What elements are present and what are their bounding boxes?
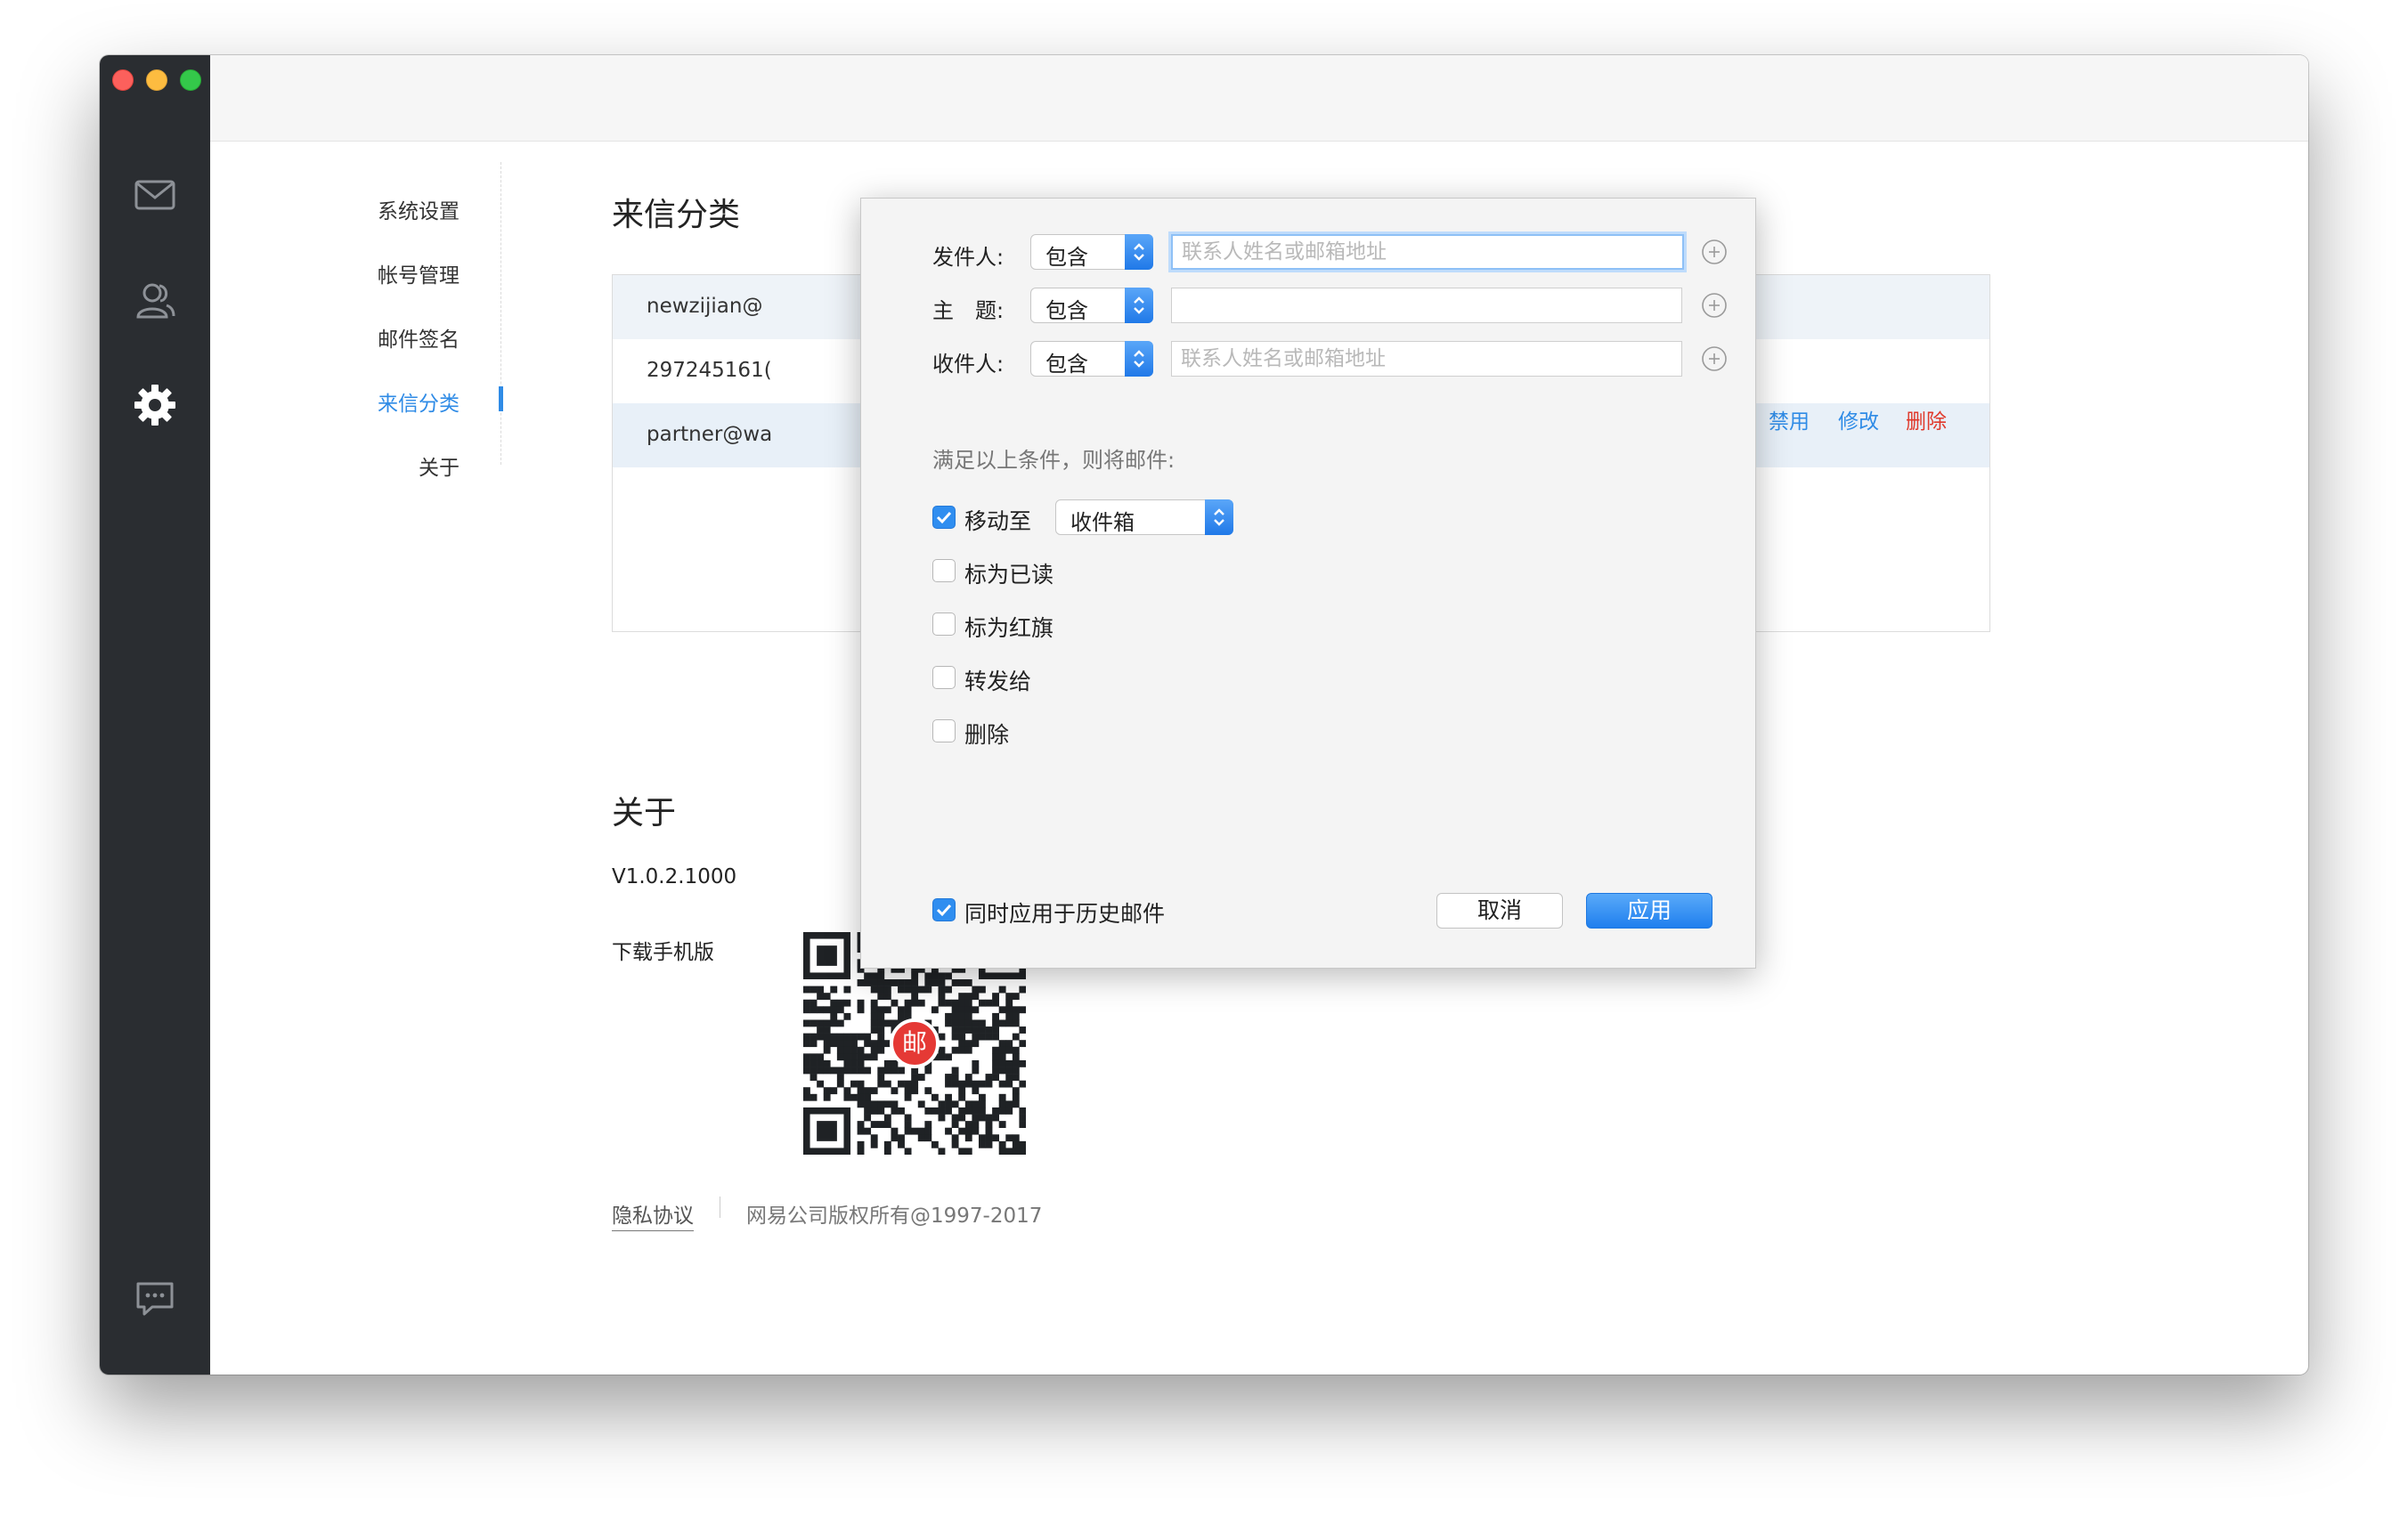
contacts-icon[interactable]: [133, 278, 177, 322]
mark-flag-label: 标为红旗: [964, 615, 1054, 641]
select-arrows-icon: [1205, 499, 1233, 535]
toolbar: [210, 55, 2308, 142]
mark-flag-checkbox[interactable]: [932, 612, 956, 636]
delete-mail-checkbox[interactable]: [932, 719, 956, 742]
select-value: 包含: [1045, 298, 1088, 323]
minimize-window-button[interactable]: [146, 69, 167, 91]
qr-center-badge: 邮: [890, 1018, 940, 1068]
edit-rule-button[interactable]: 修改: [1838, 404, 1879, 434]
nav-item-about[interactable]: 关于: [419, 450, 460, 481]
nav-item-mail-filters[interactable]: 来信分类: [378, 386, 460, 417]
settings-gear-icon[interactable]: [133, 383, 177, 427]
rule-address: partner@wa: [647, 423, 773, 446]
nav-item-system-settings[interactable]: 系统设置: [378, 194, 460, 224]
nav-item-label: 邮件签名: [378, 329, 460, 352]
select-value: 包含: [1045, 245, 1088, 270]
forward-to-label: 转发给: [964, 669, 1032, 694]
nav-item-mail-signature[interactable]: 邮件签名: [378, 322, 460, 353]
qr-badge-text: 邮: [901, 1028, 927, 1058]
version-text: V1.0.2.1000: [612, 865, 737, 888]
delete-rule-button[interactable]: 删除: [1906, 404, 1947, 434]
nav-item-label: 来信分类: [378, 393, 460, 416]
mark-read-label: 标为已读: [964, 562, 1054, 588]
add-recipient-condition-icon[interactable]: [1700, 345, 1729, 373]
rule-address: newzijian@: [647, 295, 763, 318]
download-mobile-label: 下载手机版: [612, 941, 714, 964]
cancel-button[interactable]: 取消: [1436, 893, 1563, 929]
filters-section-title: 来信分类: [612, 197, 741, 233]
filter-rule-dialog: 发件人: 包含 主 题: 包含 收件人: 包含 满足以上条件，则将邮件: 移动至…: [860, 198, 1756, 969]
sender-input[interactable]: [1171, 234, 1684, 270]
subject-input[interactable]: [1171, 288, 1682, 323]
subject-label: 主 题:: [932, 298, 1005, 323]
select-arrows-icon: [1125, 288, 1153, 323]
nav-item-label: 关于: [419, 457, 460, 480]
sender-operator-select[interactable]: 包含: [1030, 234, 1153, 270]
select-arrows-icon: [1125, 341, 1153, 377]
about-section-title: 关于: [612, 795, 677, 832]
nav-item-label: 系统设置: [378, 200, 460, 223]
select-arrows-icon: [1125, 234, 1153, 270]
conditions-hint: 满足以上条件，则将邮件:: [932, 448, 1176, 473]
add-subject-condition-icon[interactable]: [1700, 291, 1729, 320]
nav-item-account-management[interactable]: 帐号管理: [378, 258, 460, 288]
recipient-input[interactable]: [1171, 341, 1682, 377]
move-to-label: 移动至: [964, 508, 1032, 534]
add-sender-condition-icon[interactable]: [1700, 238, 1729, 266]
move-to-folder-select[interactable]: 收件箱: [1055, 499, 1233, 535]
apply-history-label: 同时应用于历史邮件: [964, 901, 1166, 927]
sender-label: 发件人:: [932, 245, 1005, 270]
checkmark-icon: [936, 511, 952, 524]
feedback-chat-icon[interactable]: [133, 1277, 177, 1321]
sidebar: [100, 55, 210, 1375]
privacy-policy-link[interactable]: 隐私协议: [612, 1198, 694, 1231]
disable-rule-button[interactable]: 禁用: [1769, 404, 1810, 434]
apply-history-checkbox[interactable]: [932, 898, 956, 921]
select-value: 收件箱: [1070, 510, 1135, 535]
mail-icon[interactable]: [133, 173, 177, 217]
mark-read-checkbox[interactable]: [932, 559, 956, 582]
zoom-window-button[interactable]: [180, 69, 201, 91]
apply-button[interactable]: 应用: [1586, 893, 1712, 929]
copyright-text: 网易公司版权所有@1997-2017: [746, 1205, 1043, 1228]
nav-divider: [500, 162, 501, 465]
subject-operator-select[interactable]: 包含: [1030, 288, 1153, 323]
app-window: 系统设置 帐号管理 邮件签名 来信分类 关于 来信分类 newzijian@ 2…: [100, 55, 2308, 1375]
select-value: 包含: [1045, 352, 1088, 377]
checkmark-icon: [936, 904, 952, 917]
close-window-button[interactable]: [112, 69, 134, 91]
delete-mail-label: 删除: [964, 722, 1010, 748]
recipient-operator-select[interactable]: 包含: [1030, 341, 1153, 377]
nav-item-label: 帐号管理: [378, 264, 460, 288]
recipient-label: 收件人:: [932, 352, 1005, 377]
move-to-checkbox[interactable]: [932, 506, 956, 529]
rule-address: 297245161(: [647, 359, 772, 382]
forward-to-checkbox[interactable]: [932, 666, 956, 689]
nav-active-indicator: [499, 386, 503, 411]
